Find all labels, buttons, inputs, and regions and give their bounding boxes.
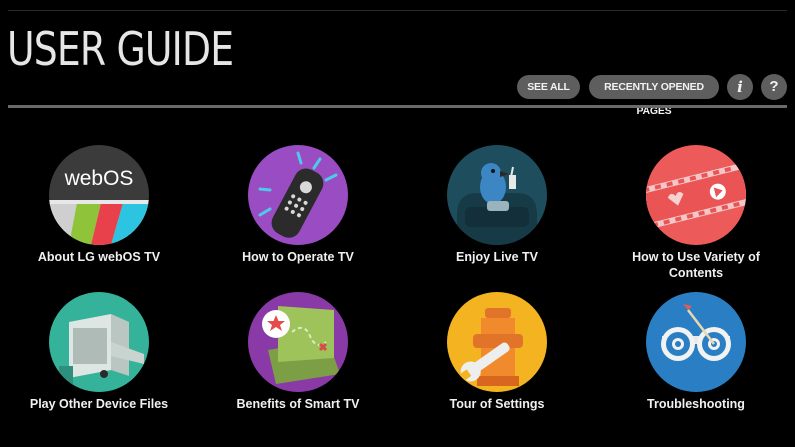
wrench-hydrant-icon [447,292,547,392]
tile-troubleshooting[interactable]: Troubleshooting [606,292,786,432]
tile-label: Play Other Device Files [29,397,169,411]
tile-enjoy-live-tv[interactable]: Enjoy Live TV [407,145,587,285]
film-strip-icon [646,145,746,245]
tile-label: How to Use Variety of Contents [632,250,760,280]
tile-label: Troubleshooting [647,397,745,411]
recently-opened-pages-button[interactable]: RECENTLY OPENED PAGES [589,75,719,117]
tile-variety-contents[interactable]: How to Use Variety of Contents [606,145,786,285]
tile-label: Benefits of Smart TV [236,397,360,411]
tile-label: About LG webOS TV [37,250,161,264]
tile-label: How to Operate TV [242,250,354,264]
treasure-map-icon [248,292,348,392]
top-rule [8,10,787,11]
tile-label: Tour of Settings [449,397,545,411]
page-title: USER GUIDE [7,22,234,76]
info-button[interactable]: i [727,74,753,100]
tile-how-to-operate[interactable]: How to Operate TV [208,145,388,285]
header-divider [8,105,787,108]
remote-control-icon [248,145,348,245]
tile-smart-tv-benefits[interactable]: Benefits of Smart TV [208,292,388,432]
webos-logo-icon: webOS [49,145,149,245]
tile-about-webos[interactable]: webOS About LG webOS TV [9,145,189,285]
help-icon: ? [769,78,779,95]
help-button[interactable]: ? [761,74,787,100]
info-icon: i [737,78,743,96]
webos-logo-text: webOS [64,167,134,190]
connected-device-icon [49,292,149,392]
see-all-button[interactable]: SEE ALL [517,75,580,99]
bird-on-sofa-icon [447,145,547,245]
target-binoculars-icon [646,292,746,392]
tile-play-device-files[interactable]: Play Other Device Files [9,292,189,432]
tile-tour-of-settings[interactable]: Tour of Settings [407,292,587,432]
tile-label: Enjoy Live TV [456,250,538,264]
